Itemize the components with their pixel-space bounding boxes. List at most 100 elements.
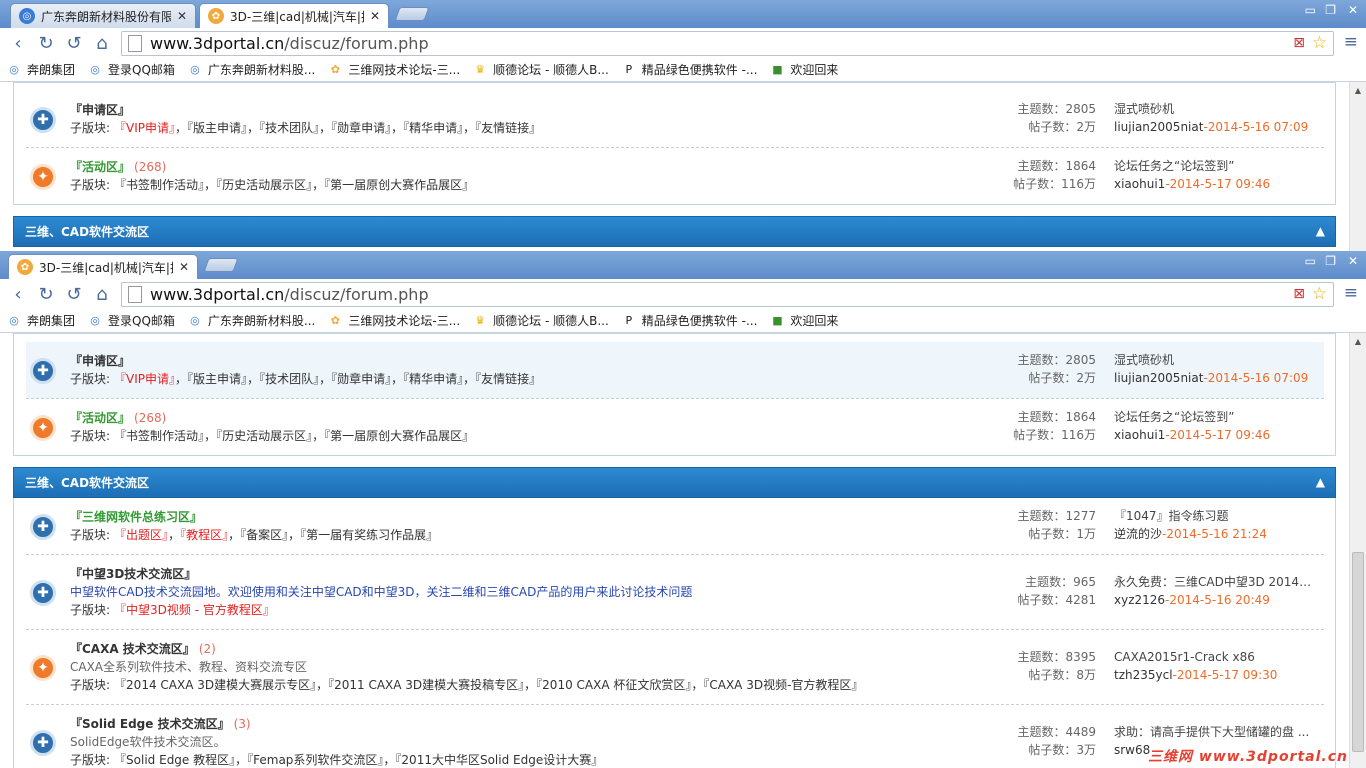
last-post-user[interactable]: xiaohui1 bbox=[1114, 177, 1165, 191]
subforum-link[interactable]: ， bbox=[168, 528, 180, 542]
forum-name-text[interactable]: 『活动区』 bbox=[70, 160, 130, 174]
home-icon[interactable]: ⌂ bbox=[90, 31, 114, 55]
forum-name[interactable]: 『三维网软件总练习区』 bbox=[70, 508, 202, 525]
subforum-link[interactable]: ，『CAXA 3D视频-官方教程区』 bbox=[691, 678, 863, 692]
back-icon[interactable]: ‹ bbox=[6, 31, 30, 55]
subforum-link[interactable]: ，『版主申请』 bbox=[175, 372, 247, 386]
menu-icon[interactable]: ≡ bbox=[1344, 32, 1358, 52]
subforum-link[interactable]: ，『2010 CAXA 杯征文欣赏区』 bbox=[524, 678, 691, 692]
blocked-icon[interactable]: ⊠ bbox=[1293, 286, 1305, 302]
close-tab-icon[interactable]: ✕ bbox=[179, 260, 189, 274]
home-icon[interactable]: ⌂ bbox=[90, 282, 114, 306]
last-post-user[interactable]: xiaohui1 bbox=[1114, 428, 1165, 442]
subforum-link[interactable]: ，『勋章申请』 bbox=[319, 121, 391, 135]
subforum-link[interactable]: 『出题区』 bbox=[114, 528, 168, 542]
last-post-user[interactable]: xyz2126 bbox=[1114, 593, 1165, 607]
forum-name-text[interactable]: 『CAXA 技术交流区』 bbox=[70, 642, 195, 656]
close-tab-icon[interactable]: ✕ bbox=[177, 9, 187, 23]
forum-icon[interactable]: ✚ bbox=[30, 357, 56, 384]
star-icon[interactable]: ☆ bbox=[1312, 33, 1327, 53]
forum-icon[interactable]: ✦ bbox=[30, 654, 56, 681]
restore-button[interactable]: ❐ bbox=[1325, 254, 1336, 268]
bookmark-item[interactable]: ■ 欢迎回来 bbox=[769, 61, 838, 78]
bookmark-item[interactable]: ♛ 顺德论坛 - 顺德人B... bbox=[472, 312, 609, 329]
forum-icon[interactable]: ✚ bbox=[30, 729, 56, 756]
category-header[interactable]: 三维、CAD软件交流区 ▲ bbox=[13, 216, 1336, 247]
blocked-icon[interactable]: ⊠ bbox=[1293, 35, 1305, 51]
subforum-link[interactable]: 『2014 CAXA 3D建模大赛展示专区』 bbox=[114, 678, 316, 692]
subforum-link[interactable]: ，『勋章申请』 bbox=[319, 372, 391, 386]
forum-name-text[interactable]: 『申请区』 bbox=[70, 354, 130, 368]
subforum-link[interactable]: ，『第一届原创大赛作品展区』 bbox=[312, 178, 474, 192]
subforum-link[interactable]: ，『版主申请』 bbox=[175, 121, 247, 135]
subforum-link[interactable]: ，『2011大中华区Solid Edge设计大赛』 bbox=[383, 753, 603, 767]
forum-icon[interactable]: ✦ bbox=[30, 163, 56, 190]
vertical-scrollbar[interactable]: ▲ bbox=[1349, 82, 1366, 251]
subforum-link[interactable]: ，『技术团队』 bbox=[247, 372, 319, 386]
last-post-user[interactable]: liujian2005niat bbox=[1114, 371, 1203, 385]
forum-name-text[interactable]: 『活动区』 bbox=[70, 411, 130, 425]
last-post-user[interactable]: tzh235ycl bbox=[1114, 668, 1173, 682]
subforum-link[interactable]: ，『精华申请』 bbox=[391, 372, 463, 386]
last-post-title[interactable]: 求助：请高手提供下大型储罐的盘 ... bbox=[1114, 723, 1319, 741]
forum-icon[interactable]: ✚ bbox=[30, 579, 56, 606]
subforum-link[interactable]: ，『第一届有奖练习作品展』 bbox=[288, 528, 438, 542]
bookmark-item[interactable]: ◎ 奔朗集团 bbox=[6, 61, 75, 78]
undo-icon[interactable]: ↺ bbox=[62, 282, 86, 306]
refresh-icon[interactable]: ↻ bbox=[34, 31, 58, 55]
subforum-link[interactable]: 『书签制作活动』 bbox=[114, 178, 204, 192]
bookmark-item[interactable]: P 精品绿色便携软件 -... bbox=[621, 61, 757, 78]
subforum-link[interactable]: ，『第一届原创大赛作品展区』 bbox=[312, 429, 474, 443]
forum-icon[interactable]: ✚ bbox=[30, 513, 56, 540]
back-icon[interactable]: ‹ bbox=[6, 282, 30, 306]
subforum-link[interactable]: ，『技术团队』 bbox=[247, 121, 319, 135]
collapse-icon[interactable]: ▲ bbox=[1316, 475, 1325, 489]
subforum-link[interactable]: 『Solid Edge 教程区』 bbox=[114, 753, 235, 767]
scroll-thumb[interactable] bbox=[1352, 552, 1364, 752]
address-bar[interactable]: www.3dportal.cn/discuz/forum.php ⊠ ☆ bbox=[121, 31, 1334, 56]
new-tab-button[interactable] bbox=[394, 7, 430, 21]
last-post-user[interactable]: srw68 bbox=[1114, 743, 1150, 757]
subforum-link[interactable]: ，『精华申请』 bbox=[391, 121, 463, 135]
close-tab-icon[interactable]: ✕ bbox=[370, 9, 380, 23]
undo-icon[interactable]: ↺ bbox=[62, 31, 86, 55]
address-bar[interactable]: www.3dportal.cn/discuz/forum.php ⊠ ☆ bbox=[121, 282, 1334, 307]
forum-name[interactable]: 『Solid Edge 技术交流区』 (3) bbox=[70, 715, 251, 732]
star-icon[interactable]: ☆ bbox=[1312, 284, 1327, 304]
subforum-link[interactable]: ，『友情链接』 bbox=[463, 121, 541, 135]
last-post-user[interactable]: 逆流的沙 bbox=[1114, 527, 1162, 541]
bookmark-item[interactable]: P 精品绿色便携软件 -... bbox=[621, 312, 757, 329]
subforum-link[interactable]: 『VIP申请』 bbox=[114, 121, 175, 135]
menu-icon[interactable]: ≡ bbox=[1344, 283, 1358, 303]
forum-icon[interactable]: ✦ bbox=[30, 414, 56, 441]
subforum-link[interactable]: ，『历史活动展示区』 bbox=[204, 429, 312, 443]
bookmark-item[interactable]: ◎ 奔朗集团 bbox=[6, 312, 75, 329]
new-tab-button[interactable] bbox=[203, 258, 239, 272]
bookmark-item[interactable]: ◎ 登录QQ邮箱 bbox=[87, 61, 175, 78]
last-post-title[interactable]: 湿式喷砂机 bbox=[1114, 351, 1319, 369]
subforum-link[interactable]: ，『2011 CAXA 3D建模大赛投稿专区』 bbox=[316, 678, 524, 692]
forum-name[interactable]: 『活动区』 (268) bbox=[70, 409, 166, 426]
last-post-title[interactable]: 论坛任务之“论坛签到” bbox=[1114, 408, 1319, 426]
forum-name-text[interactable]: 『中望3D技术交流区』 bbox=[70, 567, 196, 581]
subforum-link[interactable]: 『VIP申请』 bbox=[114, 372, 175, 386]
last-post-title[interactable]: CAXA2015r1-Crack x86 bbox=[1114, 648, 1319, 666]
bookmark-item[interactable]: ◎ 登录QQ邮箱 bbox=[87, 312, 175, 329]
close-window-button[interactable]: ✕ bbox=[1348, 254, 1358, 268]
forum-name[interactable]: 『中望3D技术交流区』 bbox=[70, 565, 196, 582]
last-post-title[interactable]: 『1047』指令练习题 bbox=[1114, 507, 1319, 525]
tab-benlang[interactable]: ◎ 广东奔朗新材料股份有限公 ✕ bbox=[10, 3, 196, 28]
bookmark-item[interactable]: ✿ 三维网技术论坛-三... bbox=[327, 61, 460, 78]
minimize-button[interactable]: ▭ bbox=[1305, 3, 1316, 17]
bookmark-item[interactable]: ◎ 广东奔朗新材料股... bbox=[187, 312, 315, 329]
forum-name-text[interactable]: 『三维网软件总练习区』 bbox=[70, 510, 202, 524]
bookmark-item[interactable]: ■ 欢迎回来 bbox=[769, 312, 838, 329]
subforum-link[interactable]: 『书签制作活动』 bbox=[114, 429, 204, 443]
vertical-scrollbar[interactable]: ▲ bbox=[1349, 333, 1366, 768]
forum-name[interactable]: 『申请区』 bbox=[70, 101, 130, 118]
forum-name-text[interactable]: 『申请区』 bbox=[70, 103, 130, 117]
minimize-button[interactable]: ▭ bbox=[1305, 254, 1316, 268]
last-post-title[interactable]: 永久免费：三维CAD中望3D 2014正 ... bbox=[1114, 573, 1319, 591]
subforum-link[interactable]: 『中望3D视频 - 官方教程区』 bbox=[114, 603, 275, 617]
last-post-user[interactable]: liujian2005niat bbox=[1114, 120, 1203, 134]
